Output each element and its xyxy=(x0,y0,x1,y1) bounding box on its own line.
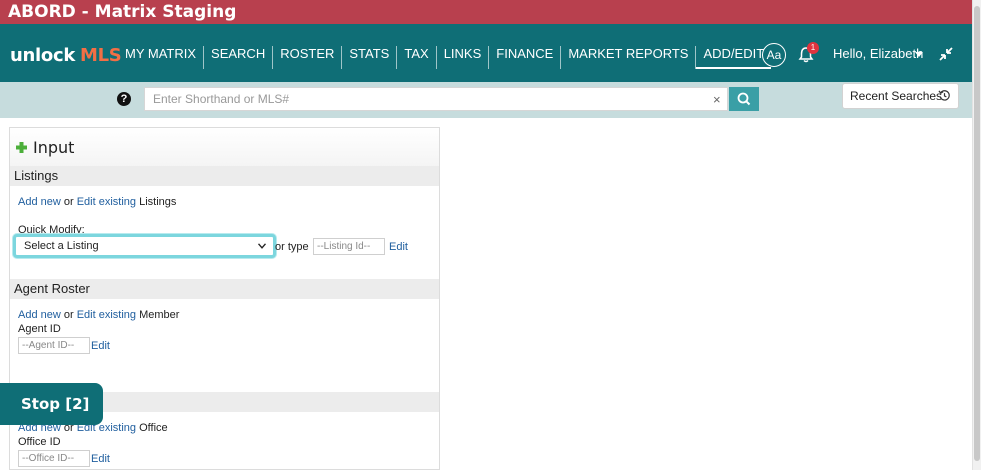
or-text: or xyxy=(63,196,74,208)
main-menu: MY MATRIX SEARCH ROSTER STATS TAX LINKS … xyxy=(118,46,772,69)
or-text: or xyxy=(63,309,74,321)
history-icon xyxy=(938,90,950,101)
nav-links[interactable]: LINKS xyxy=(437,46,490,69)
search-button[interactable] xyxy=(729,87,759,111)
listing-id-field[interactable]: --Listing Id-- xyxy=(313,238,385,255)
chevron-down-icon xyxy=(258,243,266,249)
agent-actions: Add new or Edit existing Member xyxy=(18,309,179,321)
panel-title: Input xyxy=(33,138,75,157)
edit-existing-member-link[interactable]: Edit existing xyxy=(77,309,136,321)
search-icon xyxy=(737,92,751,106)
nav-search[interactable]: SEARCH xyxy=(204,46,274,69)
nav-stats[interactable]: STATS xyxy=(342,46,398,69)
add-new-listing-link[interactable]: Add new xyxy=(18,196,61,208)
chevron-down-icon[interactable] xyxy=(915,52,923,57)
listing-select-value: Select a Listing xyxy=(24,240,99,252)
nav-finance[interactable]: FINANCE xyxy=(489,46,562,69)
listing-select[interactable]: Select a Listing xyxy=(13,234,276,258)
nav-roster[interactable]: ROSTER xyxy=(273,46,343,69)
help-icon[interactable]: ? xyxy=(117,92,131,106)
agent-edit-link[interactable]: Edit xyxy=(91,340,110,352)
add-new-member-link[interactable]: Add new xyxy=(18,309,61,321)
stop-button[interactable]: Stop [2] xyxy=(0,383,103,425)
logo-text: unlock xyxy=(10,45,76,66)
nav-my-matrix[interactable]: MY MATRIX xyxy=(118,46,205,69)
nav-market-reports[interactable]: MARKET REPORTS xyxy=(561,46,697,69)
agent-id-label: Agent ID xyxy=(18,323,61,335)
nav-tax[interactable]: TAX xyxy=(397,46,437,69)
plus-icon xyxy=(16,142,27,153)
nav-add-edit[interactable]: ADD/EDIT xyxy=(696,46,772,69)
unlock-mls-logo[interactable]: unlock MLS xyxy=(10,45,122,66)
agent-id-field[interactable]: --Agent ID-- xyxy=(18,337,90,354)
office-id-label: Office ID xyxy=(18,436,61,448)
search-bar: ? Enter Shorthand or MLS# × Recent Searc… xyxy=(0,82,972,118)
search-input[interactable]: Enter Shorthand or MLS# xyxy=(144,87,728,111)
notification-badge: 1 xyxy=(807,42,819,54)
office-id-field[interactable]: --Office ID-- xyxy=(18,450,90,467)
edit-existing-listing-link[interactable]: Edit existing xyxy=(77,196,136,208)
listings-section-header: Listings xyxy=(10,166,439,186)
logo-accent-text: MLS xyxy=(80,45,122,66)
listings-noun: Listings xyxy=(139,196,177,208)
window-title: ABORD - Matrix Staging xyxy=(0,0,981,24)
or-type-label: or type xyxy=(275,241,309,253)
scrollbar-thumb[interactable] xyxy=(974,6,980,461)
text-size-button[interactable]: Aa xyxy=(762,43,786,67)
collapse-icon[interactable] xyxy=(938,46,954,62)
page-scrollbar[interactable] xyxy=(972,0,981,470)
listings-actions: Add new or Edit existing Listings xyxy=(18,196,176,208)
recent-searches-label: Recent Searches xyxy=(850,89,943,103)
office-noun: Office xyxy=(139,422,168,434)
listing-edit-link[interactable]: Edit xyxy=(389,241,408,253)
agent-roster-section-header: Agent Roster xyxy=(10,279,439,299)
top-navbar: unlock MLS MY MATRIX SEARCH ROSTER STATS … xyxy=(0,24,972,82)
clear-search-icon[interactable]: × xyxy=(713,92,721,107)
member-noun: Member xyxy=(139,309,180,321)
user-menu[interactable]: Hello, Elizabeth xyxy=(833,46,923,61)
recent-searches-button[interactable]: Recent Searches xyxy=(842,83,959,109)
office-edit-link[interactable]: Edit xyxy=(91,453,110,465)
